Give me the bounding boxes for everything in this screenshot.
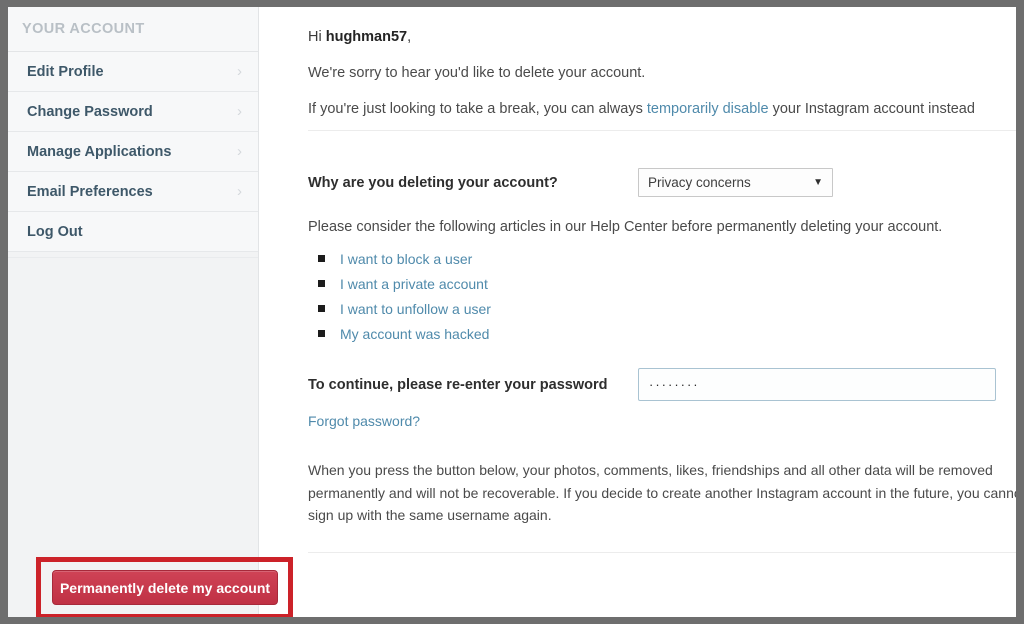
sidebar-item-edit-profile[interactable]: Edit Profile › xyxy=(8,52,258,92)
help-article-list: I want to block a user I want a private … xyxy=(318,251,996,342)
help-link-block-user[interactable]: I want to block a user xyxy=(340,251,472,267)
chevron-right-icon: › xyxy=(237,183,242,200)
forgot-password-link[interactable]: Forgot password? xyxy=(308,413,420,429)
help-center-intro: Please consider the following articles i… xyxy=(308,219,943,235)
chevron-right-icon: › xyxy=(237,143,242,160)
header-divider xyxy=(308,130,1016,131)
break-line-prefix: If you're just looking to take a break, … xyxy=(308,101,647,117)
reason-label: Why are you deleting your account? xyxy=(308,174,558,191)
help-link-private-account[interactable]: I want a private account xyxy=(340,276,488,292)
chevron-right-icon: › xyxy=(237,103,242,120)
password-label: To continue, please re-enter your passwo… xyxy=(308,376,608,393)
sidebar-item-label: Edit Profile xyxy=(27,64,104,80)
sidebar-heading: YOUR ACCOUNT xyxy=(8,7,258,52)
sidebar-item-log-out[interactable]: Log Out xyxy=(8,212,258,252)
deletion-warning-text: When you press the button below, your ph… xyxy=(308,462,1016,524)
sidebar-item-label: Manage Applications xyxy=(27,144,172,160)
square-bullet-icon xyxy=(318,255,325,262)
temporarily-disable-link[interactable]: temporarily disable xyxy=(647,101,769,117)
password-row: To continue, please re-enter your passwo… xyxy=(308,368,996,401)
sidebar-item-label: Change Password xyxy=(27,104,153,120)
greeting-line: Hi hughman57, xyxy=(308,29,996,45)
settings-page: YOUR ACCOUNT Edit Profile › Change Passw… xyxy=(8,7,1016,617)
reason-select[interactable]: Privacy concerns ▼ xyxy=(638,168,833,197)
chevron-down-icon: ▼ xyxy=(813,177,823,188)
delete-account-form: Hi hughman57, We're sorry to hear you'd … xyxy=(260,7,1016,617)
break-line-suffix: your Instagram account instead xyxy=(768,101,975,117)
greeting-prefix: Hi xyxy=(308,29,326,45)
password-input[interactable] xyxy=(638,368,996,401)
square-bullet-icon xyxy=(318,305,325,312)
help-link-account-hacked[interactable]: My account was hacked xyxy=(340,326,489,342)
help-link-unfollow-user[interactable]: I want to unfollow a user xyxy=(340,301,491,317)
username-text: hughman57 xyxy=(325,29,408,45)
sidebar-item-change-password[interactable]: Change Password › xyxy=(8,92,258,132)
chevron-right-icon: › xyxy=(237,63,242,80)
list-item: I want a private account xyxy=(318,276,996,292)
permanently-delete-account-button[interactable]: Permanently delete my account xyxy=(52,570,278,605)
square-bullet-icon xyxy=(318,330,325,337)
sidebar-menu: Edit Profile › Change Password › Manage … xyxy=(8,52,258,252)
list-item: I want to unfollow a user xyxy=(318,301,996,317)
sidebar-item-manage-applications[interactable]: Manage Applications › xyxy=(8,132,258,172)
browser-frame: YOUR ACCOUNT Edit Profile › Change Passw… xyxy=(0,0,1024,624)
sidebar-item-email-preferences[interactable]: Email Preferences › xyxy=(8,172,258,212)
reason-selected-value: Privacy concerns xyxy=(648,175,751,190)
account-sidebar: YOUR ACCOUNT Edit Profile › Change Passw… xyxy=(8,7,259,617)
list-item: My account was hacked xyxy=(318,326,996,342)
greeting-suffix: , xyxy=(407,29,412,45)
list-item: I want to block a user xyxy=(318,251,996,267)
sorry-line: We're sorry to hear you'd like to delete… xyxy=(308,65,646,81)
reason-row: Why are you deleting your account? Priva… xyxy=(308,168,996,197)
square-bullet-icon xyxy=(318,280,325,287)
take-a-break-line: If you're just looking to take a break, … xyxy=(308,101,996,117)
sidebar-divider xyxy=(8,252,258,258)
sidebar-item-label: Log Out xyxy=(27,224,83,240)
footer-divider xyxy=(308,552,1016,554)
sidebar-item-label: Email Preferences xyxy=(27,184,153,200)
